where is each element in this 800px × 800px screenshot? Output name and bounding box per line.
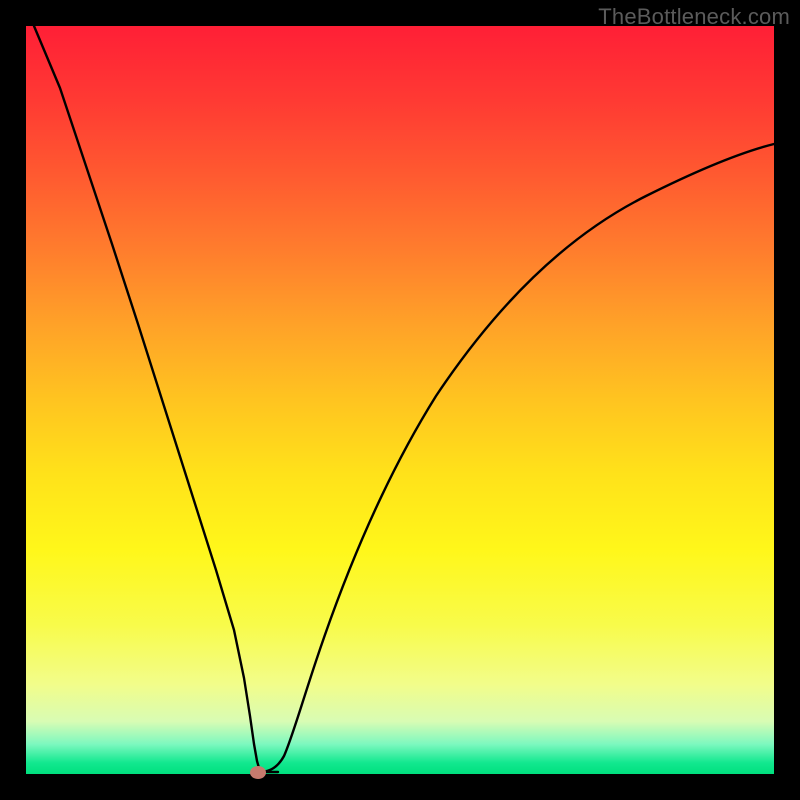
watermark-text: TheBottleneck.com bbox=[598, 4, 790, 30]
bottleneck-curve bbox=[26, 26, 774, 774]
curve-left-branch bbox=[34, 26, 278, 772]
chart-frame: TheBottleneck.com bbox=[0, 0, 800, 800]
plot-area bbox=[26, 26, 774, 774]
curve-right-branch bbox=[260, 144, 774, 772]
optimal-point-marker bbox=[250, 766, 266, 779]
